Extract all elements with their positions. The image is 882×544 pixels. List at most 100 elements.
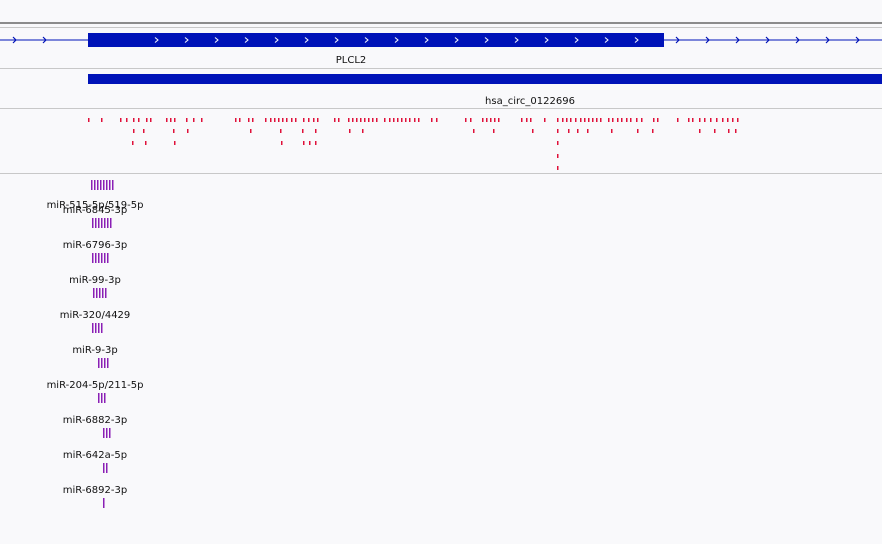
binding-site-mark (286, 118, 288, 122)
mirna-site-ticks (98, 358, 109, 368)
binding-site-mark (562, 118, 564, 122)
binding-site-mark (309, 141, 311, 145)
binding-site-mark (699, 129, 701, 133)
binding-site-mark (557, 166, 559, 170)
binding-site-mark (732, 118, 734, 122)
binding-site-mark (174, 118, 176, 122)
binding-site-mark (596, 118, 598, 122)
mirna-entry[interactable]: miR-6845-3p (0, 205, 200, 240)
binding-site-mark (248, 118, 250, 122)
circrna-label: hsa_circ_0122696 (485, 96, 575, 107)
mirna-entry[interactable]: miR-204-5p/211-5p (0, 380, 200, 415)
binding-site-mark (526, 118, 528, 122)
mirna-site-tick (101, 323, 103, 333)
mirna-site-ticks (92, 253, 109, 263)
binding-site-mark (557, 141, 559, 145)
binding-site-mark (303, 118, 305, 122)
binding-site-mark (120, 118, 122, 122)
binding-site-mark (138, 118, 140, 122)
mirna-entry[interactable]: miR-6796-3p (0, 240, 200, 275)
gene-label: PLCL2 (335, 55, 367, 66)
binding-site-mark (636, 118, 638, 122)
binding-site-mark (677, 118, 679, 122)
mirna-site-tick (97, 180, 99, 190)
mirna-site-tick (91, 180, 93, 190)
binding-site-mark (652, 129, 654, 133)
mirna-entry[interactable]: miR-9-3p (0, 345, 200, 380)
binding-site-mark (201, 118, 203, 122)
binding-site-mark (482, 118, 484, 122)
binding-site-mark (174, 141, 176, 145)
binding-site-mark (143, 129, 145, 133)
binding-site-mark (126, 118, 128, 122)
binding-site-mark (384, 118, 386, 122)
binding-site-mark (611, 129, 613, 133)
binding-site-mark (557, 154, 559, 158)
binding-site-mark (239, 118, 241, 122)
mirna-site-tick (96, 288, 98, 298)
mirna-site-tick (106, 463, 108, 473)
binding-site-mark (372, 118, 374, 122)
binding-site-mark (291, 118, 293, 122)
binding-site-mark (436, 118, 438, 122)
binding-site-mark (431, 118, 433, 122)
mirna-label: miR-99-3p (69, 275, 121, 286)
binding-site-mark (150, 118, 152, 122)
mirna-site-tick (104, 393, 106, 403)
mirna-site-tick (98, 358, 100, 368)
gene-track-plcl2[interactable] (0, 28, 882, 52)
mirna-site-tick (101, 253, 103, 263)
mirna-site-tick (104, 358, 106, 368)
mirna-site-ticks (92, 323, 103, 333)
binding-site-mark (557, 129, 559, 133)
mirna-site-tick (102, 288, 104, 298)
binding-site-mark (295, 118, 297, 122)
mirna-site-tick (101, 218, 103, 228)
mirna-entry[interactable]: miR-320/4429 (0, 310, 200, 345)
binding-site-mark (577, 129, 579, 133)
binding-site-mark (722, 118, 724, 122)
binding-sites-track[interactable] (0, 115, 882, 173)
mirna-entry[interactable]: miR-99-3p (0, 275, 200, 310)
binding-site-mark (735, 129, 737, 133)
binding-site-mark (688, 118, 690, 122)
mirna-site-tick (104, 253, 106, 263)
mirna-site-tick (95, 323, 97, 333)
mirna-entry[interactable]: miR-6892-3p (0, 485, 200, 520)
binding-site-mark (608, 118, 610, 122)
binding-site-mark (626, 118, 628, 122)
binding-site-mark (653, 118, 655, 122)
binding-site-mark (714, 129, 716, 133)
mirna-site-ticks (93, 288, 107, 298)
binding-site-mark (737, 118, 739, 122)
binding-site-mark (356, 118, 358, 122)
mirna-entry[interactable]: miR-6882-3p (0, 415, 200, 450)
binding-site-mark (170, 118, 172, 122)
binding-site-mark (657, 118, 659, 122)
binding-site-mark (397, 118, 399, 122)
binding-site-mark (308, 118, 310, 122)
circrna-bar[interactable] (88, 74, 882, 84)
binding-site-mark (252, 118, 254, 122)
mirna-site-tick (101, 393, 103, 403)
mirna-site-tick (103, 428, 105, 438)
binding-site-mark (393, 118, 395, 122)
mirna-site-tick (98, 323, 100, 333)
binding-site-mark (133, 118, 135, 122)
binding-site-mark (166, 118, 168, 122)
track-divider (0, 173, 882, 174)
binding-site-mark (575, 118, 577, 122)
mirna-site-ticks (103, 463, 108, 473)
mirna-site-tick (103, 180, 105, 190)
binding-site-mark (186, 118, 188, 122)
binding-site-mark (494, 118, 496, 122)
mirna-site-tick (107, 218, 109, 228)
binding-site-mark (592, 118, 594, 122)
mirna-entry[interactable]: miR-642a-5p (0, 450, 200, 485)
mirna-site-tick (100, 180, 102, 190)
binding-site-mark (600, 118, 602, 122)
binding-site-mark (692, 118, 694, 122)
binding-site-mark (716, 118, 718, 122)
mirna-label: miR-6892-3p (62, 485, 128, 496)
binding-site-mark (364, 118, 366, 122)
